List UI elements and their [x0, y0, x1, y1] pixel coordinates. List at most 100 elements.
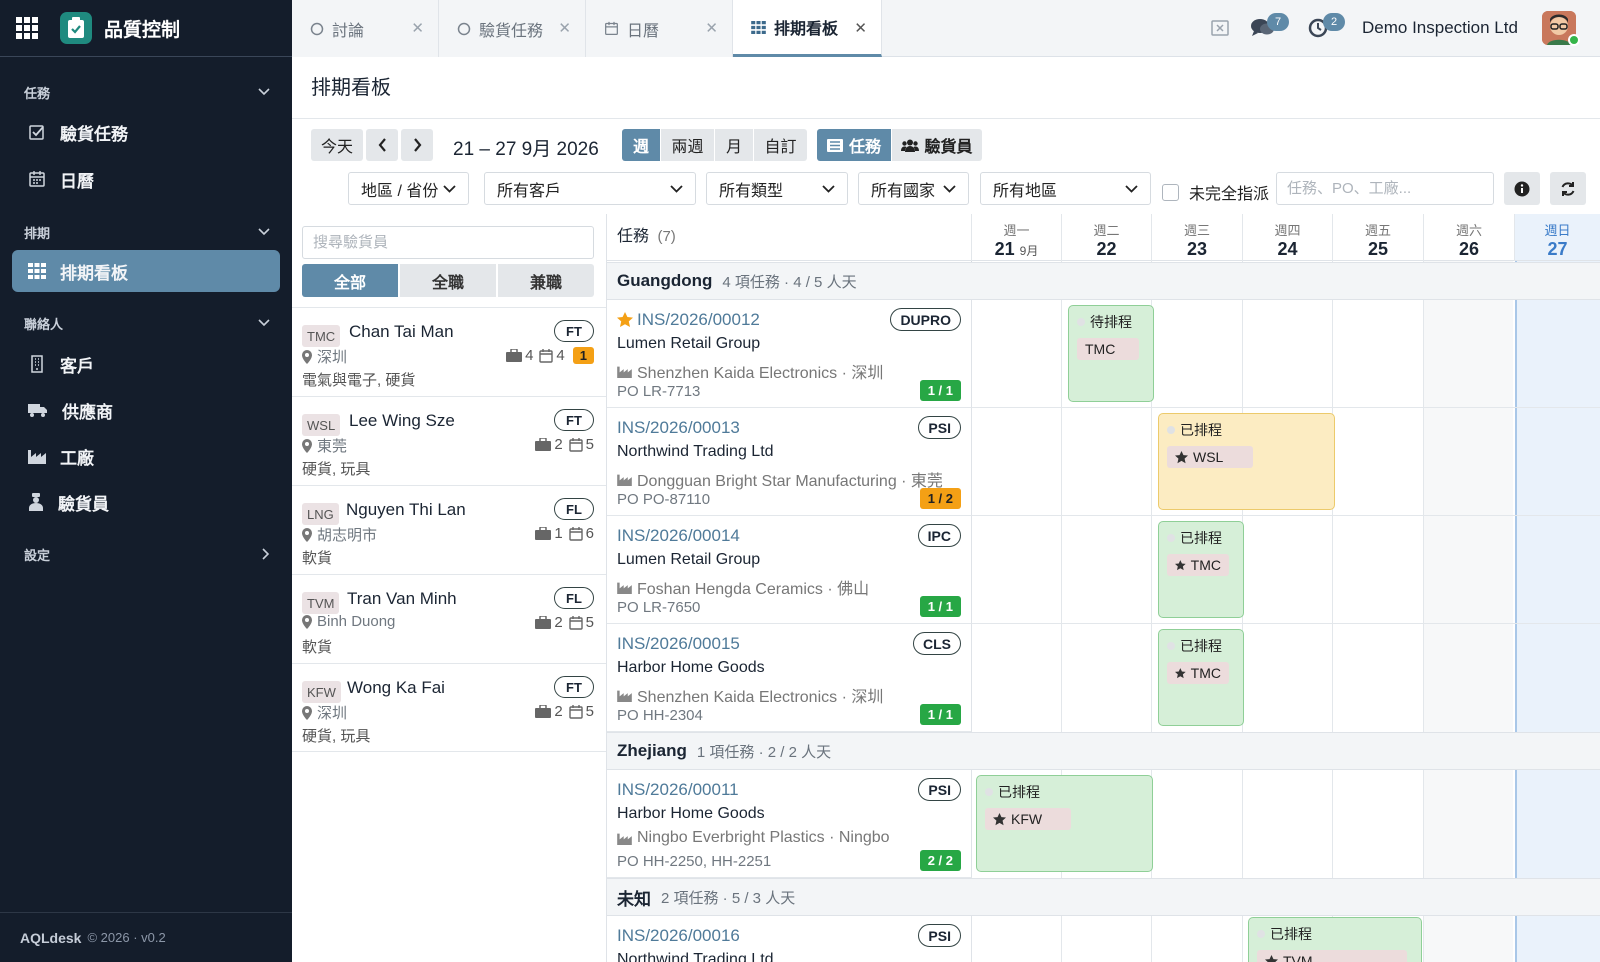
- sidebar-item-suppliers[interactable]: 供應商: [12, 389, 280, 431]
- booking-status: 已排程: [1167, 636, 1235, 656]
- calendar-icon: [29, 171, 45, 187]
- map-pin-icon: [302, 705, 312, 720]
- day-number: 24: [1277, 239, 1298, 259]
- task-row-ins-00014[interactable]: INS/2026/00014 IPC Lumen Retail Group Fo…: [607, 516, 972, 624]
- group-header-unknown[interactable]: 未知 2 項任務 · 5 / 3 人天: [607, 878, 1600, 916]
- info-button[interactable]: [1504, 172, 1540, 205]
- view-week-button[interactable]: 週: [622, 129, 660, 161]
- view-month-button[interactable]: 月: [715, 129, 753, 161]
- task-id[interactable]: INS/2026/00011: [617, 780, 739, 800]
- section-label: 任務: [24, 85, 51, 101]
- task-row-ins-00011[interactable]: INS/2026/00011 PSI Harbor Home Goods Nin…: [607, 770, 972, 878]
- task-client: Lumen Retail Group: [617, 551, 761, 568]
- sidebar-item-customers[interactable]: 客戶: [12, 343, 280, 385]
- segment-part-time[interactable]: 兼職: [498, 264, 594, 297]
- inspector-card-tvm[interactable]: TVM Tran Van Minh FL Binh Duong 軟貨 2 5: [292, 574, 606, 663]
- sidebar-item-inspection-tasks[interactable]: 驗貨任務: [12, 111, 280, 153]
- area-filter[interactable]: 所有地區: [980, 172, 1151, 205]
- task-row-ins-00013[interactable]: INS/2026/00013 PSI Northwind Trading Ltd…: [607, 408, 972, 516]
- factory-text: Foshan Hengda Ceramics · 佛山: [637, 581, 870, 598]
- task-id[interactable]: INS/2026/00013: [617, 418, 740, 438]
- sidebar-section-contacts[interactable]: 聯絡人: [0, 313, 292, 333]
- next-button[interactable]: [401, 129, 433, 161]
- day-header-thu: 週四 24: [1242, 214, 1332, 261]
- group-name: 未知: [617, 889, 651, 909]
- country-filter[interactable]: 所有國家: [858, 172, 969, 205]
- task-id[interactable]: INS/2026/00012: [617, 310, 760, 330]
- chevron-right-icon: [262, 548, 270, 560]
- sidebar-section-scheduling[interactable]: 排期: [0, 222, 292, 242]
- tab-scheduling-board[interactable]: 排期看板 ✕: [733, 0, 882, 57]
- inspector-card-tmc[interactable]: TMC Chan Tai Man FT 深圳 電氣與電子, 硬貨 4 4 1: [292, 307, 606, 396]
- assignment-count-badge: 2 / 2: [919, 850, 961, 871]
- tab-calendar[interactable]: 日曆 ✕: [586, 0, 733, 57]
- view-two-weeks-button[interactable]: 兩週: [661, 129, 714, 161]
- booking-chip[interactable]: 已排程 WSL: [1158, 413, 1335, 510]
- task-id-text: INS/2026/00012: [637, 310, 760, 329]
- inspector-search-input[interactable]: [302, 226, 594, 259]
- task-row-ins-00015[interactable]: INS/2026/00015 CLS Harbor Home Goods She…: [607, 624, 972, 732]
- group-by-inspector-button[interactable]: 驗貨員: [892, 129, 982, 161]
- segment-full-time[interactable]: 全職: [400, 264, 496, 297]
- task-id[interactable]: INS/2026/00015: [617, 634, 740, 654]
- booking-chip[interactable]: 待排程 TMC: [1068, 305, 1154, 402]
- prev-button[interactable]: [366, 129, 398, 161]
- day-number: 26: [1458, 239, 1480, 259]
- day-header-mon: 週一 21 9月: [971, 214, 1061, 261]
- inspector-card-lng[interactable]: LNG Nguyen Thi Lan FL 胡志明市 軟貨 1 6: [292, 485, 606, 574]
- inspector-location: 深圳: [302, 346, 347, 367]
- booking-chip[interactable]: 已排程 TMC: [1158, 521, 1244, 618]
- day-number: 23: [1186, 239, 1208, 259]
- company-name[interactable]: Demo Inspection Ltd: [1362, 18, 1518, 38]
- task-id[interactable]: INS/2026/00014: [617, 526, 740, 546]
- sidebar-section-settings[interactable]: 設定: [0, 544, 292, 564]
- task-row-ins-00016[interactable]: INS/2026/00016 PSI Northwind Trading Ltd: [607, 916, 972, 962]
- type-filter[interactable]: 所有類型: [706, 172, 848, 205]
- tab-inspection-tasks[interactable]: 驗貨任務 ✕: [439, 0, 586, 57]
- close-icon[interactable]: ✕: [854, 19, 867, 37]
- close-all-tabs-icon[interactable]: [1211, 20, 1229, 36]
- group-header-zhejiang[interactable]: Zhejiang 1 項任務 · 2 / 2 人天: [607, 732, 1600, 770]
- region-province-filter[interactable]: 地區 / 省份: [348, 172, 469, 205]
- apps-grid-icon[interactable]: [16, 17, 38, 39]
- group-name: Zhejiang: [617, 741, 687, 760]
- sidebar-item-label: 客戶: [60, 356, 94, 376]
- booking-chip[interactable]: 已排程 TMC: [1158, 629, 1244, 726]
- location-text: 東莞: [317, 438, 348, 455]
- task-client: Harbor Home Goods: [617, 805, 765, 822]
- sidebar-item-factories[interactable]: 工廠: [12, 435, 280, 477]
- task-po: PO PO-87110: [617, 491, 711, 508]
- sidebar-item-label: 驗貨員: [58, 494, 109, 514]
- factory-icon: [28, 450, 46, 464]
- sidebar-item-calendar[interactable]: 日曆: [12, 158, 280, 200]
- sidebar-item-inspectors[interactable]: 驗貨員: [12, 481, 280, 523]
- inspector-stats: 2 5: [529, 614, 594, 631]
- sidebar-item-scheduling-board[interactable]: 排期看板: [12, 250, 280, 292]
- booking-inspector: TVM: [1257, 950, 1407, 962]
- task-id[interactable]: INS/2026/00016: [617, 926, 740, 946]
- day-count: 5: [585, 703, 594, 720]
- close-icon[interactable]: ✕: [558, 19, 571, 37]
- factory-icon: [617, 833, 632, 845]
- task-row-ins-00012[interactable]: INS/2026/00012 DUPRO Lumen Retail Group …: [607, 300, 972, 408]
- sidebar-section-tasks[interactable]: 任務: [0, 82, 292, 102]
- inspector-card-kfw[interactable]: KFW Wong Ka Fai FT 深圳 硬貨, 玩具 2 5: [292, 663, 606, 752]
- view-custom-button[interactable]: 自訂: [754, 129, 807, 161]
- today-button[interactable]: 今天: [311, 129, 363, 161]
- refresh-button[interactable]: [1550, 172, 1586, 205]
- inspector-card-wsl[interactable]: WSL Lee Wing Sze FT 東莞 硬貨, 玩具 2 5: [292, 396, 606, 485]
- inspector-name: Tran Van Minh: [347, 589, 457, 608]
- tab-discussion[interactable]: 討論 ✕: [292, 0, 439, 57]
- unassigned-checkbox[interactable]: [1162, 183, 1179, 201]
- customer-filter[interactable]: 所有客戶: [484, 172, 696, 205]
- segment-all[interactable]: 全部: [302, 264, 398, 297]
- unassigned-toggle[interactable]: 未完全指派: [1162, 180, 1269, 204]
- task-po: PO HH-2304: [617, 707, 703, 724]
- group-header-guangdong[interactable]: Guangdong 4 項任務 · 4 / 5 人天: [607, 262, 1600, 300]
- group-by-task-button[interactable]: 任務: [817, 129, 891, 161]
- task-search-input[interactable]: [1276, 172, 1494, 205]
- close-icon[interactable]: ✕: [411, 19, 424, 37]
- booking-chip[interactable]: 已排程 TVM: [1248, 917, 1422, 962]
- booking-chip[interactable]: 已排程 KFW: [976, 775, 1153, 872]
- close-icon[interactable]: ✕: [705, 19, 718, 37]
